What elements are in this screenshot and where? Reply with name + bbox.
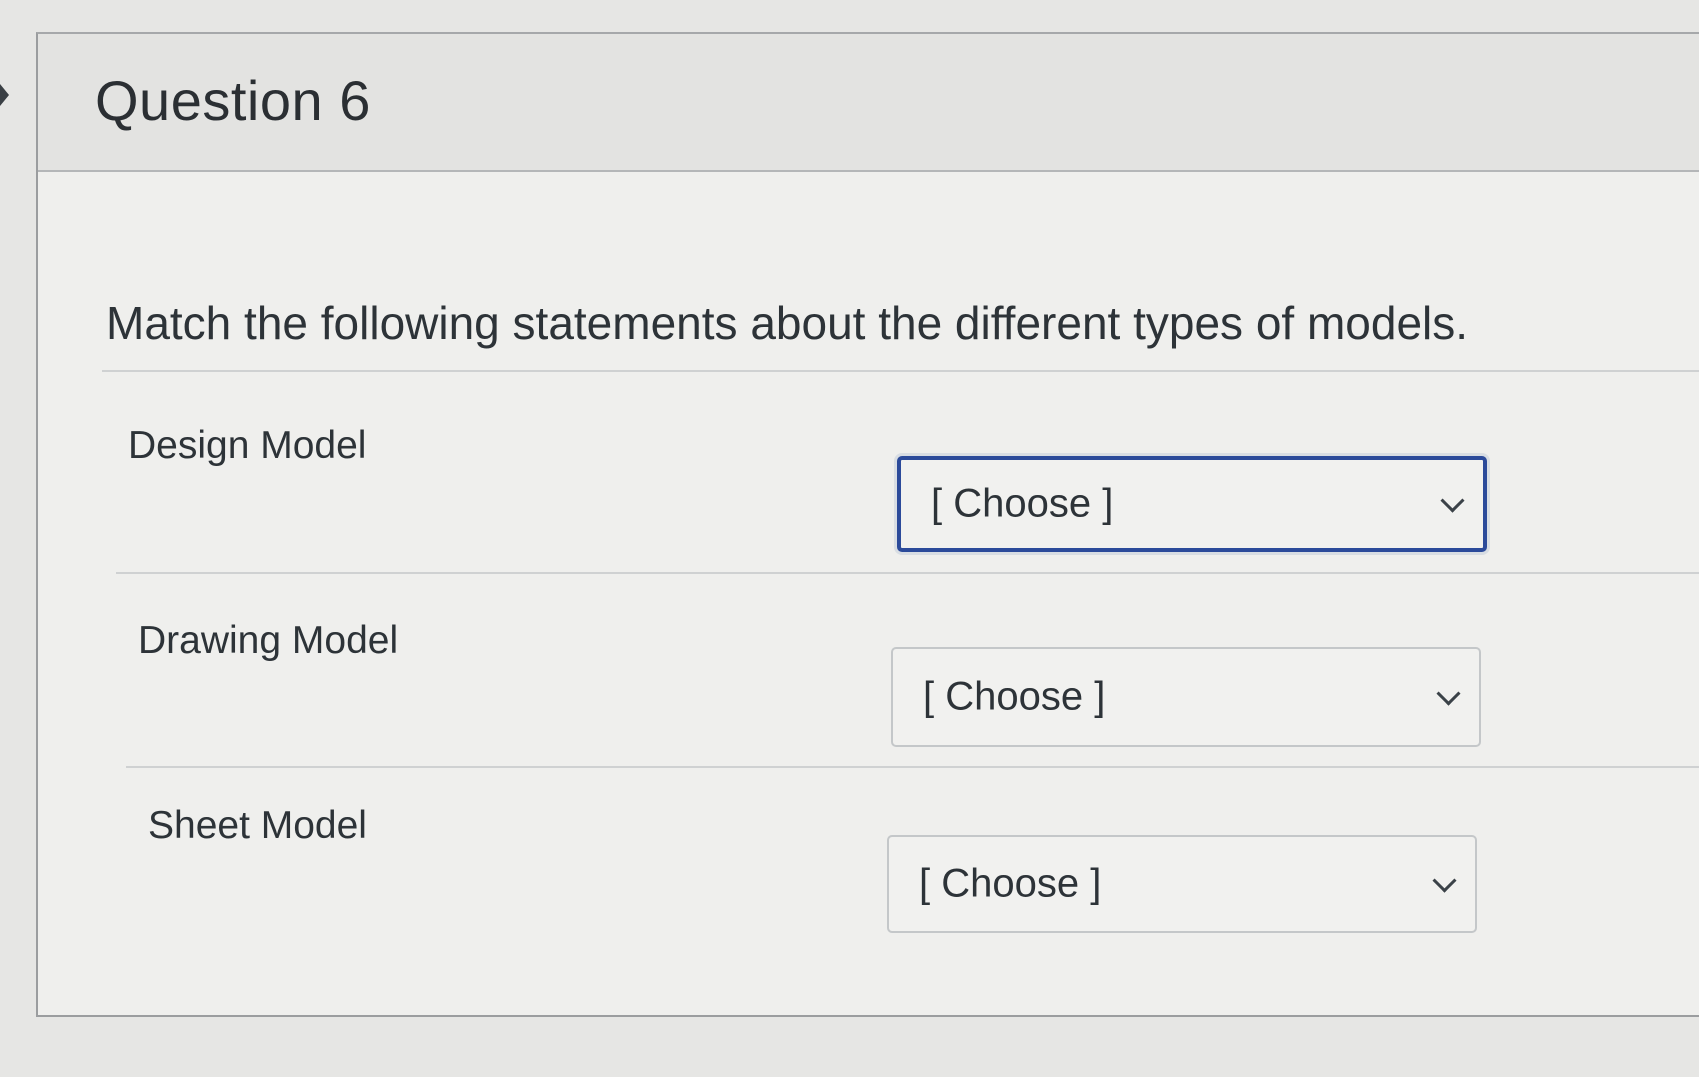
design-model-select[interactable]: [ Choose ] [897, 456, 1487, 552]
chevron-down-icon [1436, 681, 1461, 706]
divider [126, 766, 1699, 768]
match-label-sheet-model: Sheet Model [148, 804, 367, 847]
question-card: Question 6 Match the following statement… [36, 32, 1699, 1017]
select-value: [ Choose ] [931, 481, 1114, 526]
divider [116, 572, 1699, 574]
sheet-model-select[interactable]: [ Choose ] [887, 835, 1477, 933]
select-value: [ Choose ] [923, 674, 1106, 719]
question-prompt: Match the following statements about the… [106, 297, 1469, 349]
question-title: Question 6 [95, 69, 371, 132]
question-header: Question 6 [38, 34, 1699, 172]
match-label-drawing-model: Drawing Model [138, 619, 399, 662]
match-label-design-model: Design Model [128, 424, 367, 467]
divider [102, 370, 1699, 372]
chevron-down-icon [1440, 488, 1465, 513]
chevron-right-icon[interactable] [0, 84, 9, 106]
drawing-model-select[interactable]: [ Choose ] [891, 647, 1481, 747]
chevron-down-icon [1432, 868, 1457, 893]
select-value: [ Choose ] [919, 861, 1102, 906]
